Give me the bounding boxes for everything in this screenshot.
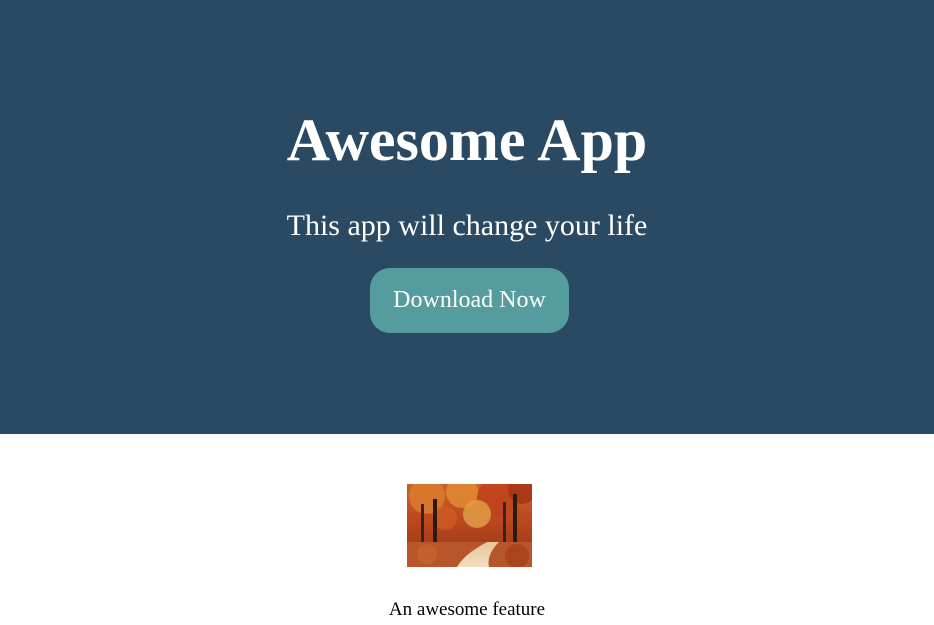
feature-section: An awesome feature xyxy=(0,434,934,625)
hero-section: Awesome App This app will change your li… xyxy=(0,0,934,434)
feature-image xyxy=(407,484,532,567)
download-button[interactable]: Download Now xyxy=(370,268,569,333)
feature-caption: An awesome feature xyxy=(388,599,546,620)
hero-subtitle: This app will change your life xyxy=(286,209,648,242)
page-title: Awesome App xyxy=(286,107,648,173)
